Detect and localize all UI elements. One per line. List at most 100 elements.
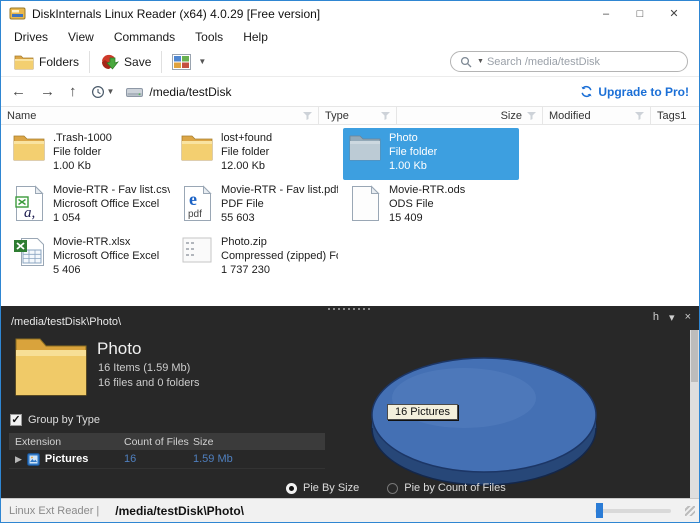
file-tile-xlsx[interactable]: Movie-RTR.xlsxMicrosoft Office Excel5 40… [7,232,175,284]
toolbar-separator [161,51,162,73]
column-modified[interactable]: Modified [543,107,651,124]
preview-panel: h ▾ × /media/testDisk\Photo\ Photo 16 It… [1,306,699,498]
column-tags-label: Tags1 [657,110,693,122]
filter-funnel-icon[interactable] [635,112,644,120]
pie-mode-radios: Pie By Size Pie by Count of Files [286,482,506,494]
folders-icon [14,54,34,70]
preview-folder-title: Photo [97,339,141,359]
filter-funnel-icon[interactable] [381,112,390,120]
pictures-icon [27,453,40,466]
history-clock-icon [91,85,105,99]
navigation-bar: ← → ↑ ▼ /media/testDisk Up [1,77,699,106]
file-name: Movie-RTR.xlsx [53,236,130,248]
file-tile-ods[interactable]: Movie-RTR.odsODS File15 409 [343,180,511,232]
file-tile-trash[interactable]: .Trash-1000File folder1.00 Kb [7,128,175,180]
file-type: File folder [389,146,437,158]
view-mode-button[interactable]: ▼ [165,52,213,72]
csv-file-icon: a, [12,183,46,222]
menu-view[interactable]: View [58,28,104,46]
window-title: DiskInternals Linux Reader (x64) 4.0.29 … [32,7,320,21]
file-type: ODS File [389,198,434,210]
expand-arrow-icon[interactable]: ▶ [15,454,22,465]
header-count[interactable]: Count of Files [124,436,193,448]
panel-collapse-icon[interactable]: ▾ [669,311,675,324]
header-size[interactable]: Size [193,436,323,448]
refresh-icon [580,85,593,98]
column-type[interactable]: Type [319,107,397,124]
group-by-type-checkbox[interactable]: ✓ Group by Type [10,414,100,426]
history-button[interactable]: ▼ [91,85,115,99]
status-bar: Linux Ext Reader | /media/testDisk\Photo… [1,498,699,523]
file-name: Photo [389,132,418,144]
column-type-label: Type [325,110,381,122]
panel-close-icon[interactable]: × [685,311,691,324]
panel-h-button[interactable]: h [653,311,659,324]
minimize-button[interactable]: – [589,3,623,25]
file-type: PDF File [221,198,264,210]
chevron-down-icon: ▼ [198,57,206,66]
row-extension: Pictures [45,453,88,465]
file-type: Microsoft Office Excel [53,198,159,210]
current-path: /media/testDisk [149,85,231,99]
menu-commands[interactable]: Commands [104,28,185,46]
resize-grip[interactable] [685,506,695,516]
file-size: 1.00 Kb [389,160,427,172]
save-button[interactable]: Save [93,51,158,72]
address-path[interactable]: /media/testDisk [126,85,231,99]
back-arrow-icon[interactable]: ← [11,84,26,99]
filter-funnel-icon[interactable] [527,112,536,120]
column-tags[interactable]: Tags1 [651,107,699,124]
window-controls: – □ ✕ [589,3,691,25]
preview-items-summary: 16 Items (1.59 Mb) [98,362,190,374]
file-tile-zip[interactable]: Photo.zipCompressed (zipped) Folder1 737… [175,232,343,284]
row-size: 1.59 Mb [193,453,323,465]
search-input[interactable] [487,56,678,68]
checkbox-checked-icon[interactable]: ✓ [10,414,22,426]
preview-path: /media/testDisk\Photo\ [11,316,121,328]
file-tile-lostfound[interactable]: lost+foundFile folder12.00 Kb [175,128,343,180]
folder-icon [348,131,382,161]
up-arrow-icon[interactable]: ↑ [69,84,77,99]
icon-size-slider[interactable] [595,509,671,513]
search-scope-caret-icon[interactable]: ▼ [477,58,484,65]
menu-drives[interactable]: Drives [4,28,58,46]
radio-pie-by-size[interactable]: Pie By Size [286,482,359,494]
file-size: 12.00 Kb [221,160,265,172]
preview-panel-controls: h ▾ × [653,311,691,324]
radio-unselected-icon[interactable] [387,483,398,494]
ods-file-icon [348,183,382,222]
radio-pie-by-count[interactable]: Pie by Count of Files [387,482,506,494]
chevron-down-icon: ▼ [107,87,115,96]
table-row-pictures[interactable]: ▶ Pictures 16 1.59 Mb [9,450,325,469]
column-size[interactable]: Size [397,107,543,124]
forward-arrow-icon[interactable]: → [40,84,55,99]
vertical-scrollbar[interactable] [690,330,699,498]
group-by-type-label: Group by Type [28,414,100,426]
radio-pie-by-size-label: Pie By Size [303,482,359,494]
save-label: Save [124,55,151,69]
scrollbar-thumb[interactable] [691,330,698,382]
folder-icon [12,131,46,161]
menu-help[interactable]: Help [233,28,278,46]
splitter-handle[interactable] [328,308,372,310]
slider-thumb[interactable] [596,503,603,518]
search-box[interactable]: ▼ [450,51,688,72]
menu-tools[interactable]: Tools [185,28,233,46]
file-tile-photo-selected[interactable]: Photo File folder 1.00 Kb [343,128,519,180]
filter-funnel-icon[interactable] [303,112,312,120]
drive-icon [126,86,143,98]
column-modified-label: Modified [549,110,635,122]
file-type: Microsoft Office Excel [53,250,159,262]
folders-button[interactable]: Folders [7,52,86,72]
upgrade-link[interactable]: Upgrade to Pro! [580,85,689,99]
file-name: Movie-RTR.ods [389,184,465,196]
header-extension[interactable]: Extension [9,436,124,448]
file-tile-csv[interactable]: a, Movie-RTR - Fav list.csvMicrosoft Off… [7,180,175,232]
svg-text:a,: a, [24,205,35,221]
close-button[interactable]: ✕ [657,3,691,25]
file-tile-pdf[interactable]: e pdf Movie-RTR - Fav list.pdfPDF File55… [175,180,343,232]
file-size: 1.00 Kb [53,160,91,172]
column-name[interactable]: Name [1,107,319,124]
maximize-button[interactable]: □ [623,3,657,25]
radio-selected-icon[interactable] [286,483,297,494]
